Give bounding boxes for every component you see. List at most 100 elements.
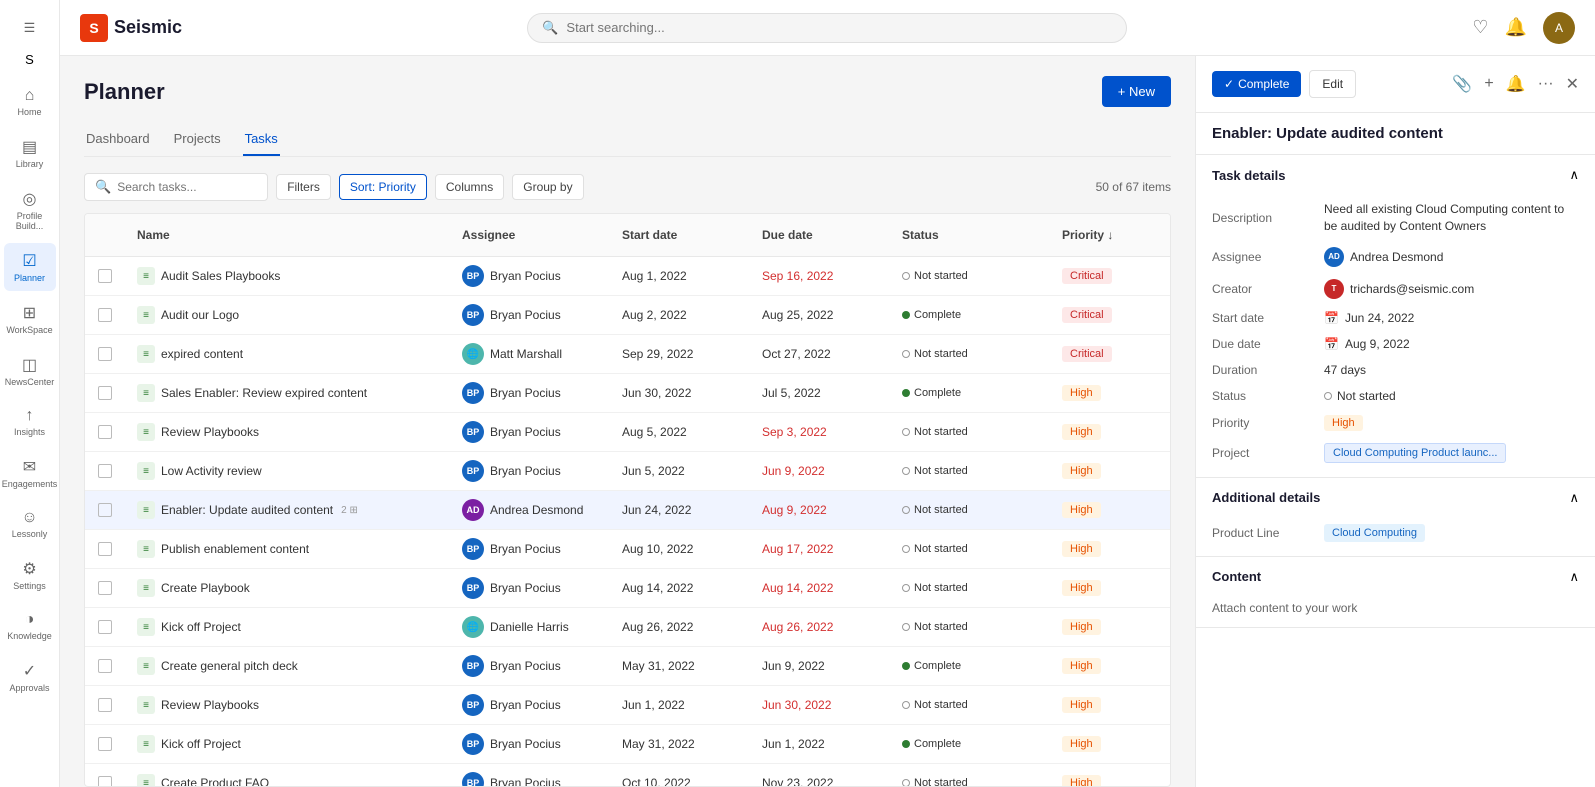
attach-icon[interactable]: 📎: [1452, 74, 1472, 94]
sidebar-item-insights[interactable]: ↑ Insights: [4, 399, 56, 445]
table-row[interactable]: ≡ Create general pitch deck BP Bryan Poc…: [85, 647, 1170, 686]
sidebar-item-approvals[interactable]: ✓ Approvals: [4, 653, 56, 701]
row-checkbox[interactable]: [85, 534, 125, 564]
tab-tasks[interactable]: Tasks: [243, 123, 280, 156]
bell-icon[interactable]: 🔔: [1506, 74, 1526, 94]
group-by-button[interactable]: Group by: [512, 174, 583, 200]
table-row[interactable]: ≡ Low Activity review BP Bryan Pocius Ju…: [85, 452, 1170, 491]
checkbox[interactable]: [98, 659, 112, 673]
checkbox[interactable]: [98, 347, 112, 361]
table-row[interactable]: ≡ Publish enablement content BP Bryan Po…: [85, 530, 1170, 569]
priority-cell: Critical: [1050, 260, 1170, 292]
row-checkbox[interactable]: [85, 690, 125, 720]
menu-button[interactable]: ☰: [16, 12, 44, 44]
priority-cell: High: [1050, 416, 1170, 448]
filters-button[interactable]: Filters: [276, 174, 331, 200]
checkbox[interactable]: [98, 581, 112, 595]
sidebar-item-profile-builder[interactable]: ◎ Profile Build...: [4, 181, 56, 239]
checkbox[interactable]: [98, 776, 112, 787]
status-dot: [902, 506, 910, 514]
priority-cell: High: [1050, 533, 1170, 565]
task-icon: ≡: [137, 618, 155, 636]
brand-logo-sidebar: S: [25, 52, 34, 67]
table-row[interactable]: ≡ Audit Sales Playbooks BP Bryan Pocius …: [85, 257, 1170, 296]
assignee-avatar: BP: [462, 655, 484, 677]
checkbox[interactable]: [98, 464, 112, 478]
checkbox[interactable]: [98, 737, 112, 751]
row-checkbox[interactable]: [85, 300, 125, 330]
row-checkbox[interactable]: [85, 378, 125, 408]
notifications-icon[interactable]: 🔔: [1505, 17, 1527, 38]
priority-badge: Critical: [1062, 346, 1112, 362]
task-search-input[interactable]: [117, 180, 257, 194]
row-checkbox[interactable]: [85, 651, 125, 681]
checkbox[interactable]: [98, 425, 112, 439]
row-checkbox[interactable]: [85, 339, 125, 369]
checkbox[interactable]: [98, 620, 112, 634]
new-button[interactable]: + New: [1102, 76, 1171, 107]
checkbox[interactable]: [98, 542, 112, 556]
panel-icons: 📎 + 🔔 ··· ✕: [1452, 74, 1579, 94]
task-name: ≡ Review Playbooks: [125, 688, 450, 722]
checkbox[interactable]: [98, 503, 112, 517]
columns-button[interactable]: Columns: [435, 174, 504, 200]
search-input[interactable]: [566, 20, 1112, 35]
row-checkbox[interactable]: [85, 573, 125, 603]
table-row[interactable]: ≡ Kick off Project BP Bryan Pocius May 3…: [85, 725, 1170, 764]
additional-details-header[interactable]: Additional details ∧: [1196, 478, 1595, 518]
content-header[interactable]: Content ∧: [1196, 557, 1595, 597]
table-row[interactable]: ≡ Enabler: Update audited content 2 ⊞ AD…: [85, 491, 1170, 530]
table-row[interactable]: ≡ Sales Enabler: Review expired content …: [85, 374, 1170, 413]
knowledge-icon: ◑: [25, 611, 35, 629]
checkbox[interactable]: [98, 308, 112, 322]
table-row[interactable]: ≡ Audit our Logo BP Bryan Pocius Aug 2, …: [85, 296, 1170, 335]
table-row[interactable]: ≡ Create Product FAQ BP Bryan Pocius Oct…: [85, 764, 1170, 787]
sidebar-item-knowledge[interactable]: ◑ Knowledge: [4, 603, 56, 649]
table-row[interactable]: ≡ expired content 🌐 Matt Marshall Sep 29…: [85, 335, 1170, 374]
sidebar-item-library[interactable]: ▤ Library: [4, 129, 56, 177]
complete-button[interactable]: ✓ Complete: [1212, 71, 1301, 97]
checkbox[interactable]: [98, 386, 112, 400]
sidebar-item-planner[interactable]: ☑ Planner: [4, 243, 56, 291]
tab-dashboard[interactable]: Dashboard: [84, 123, 152, 156]
user-avatar[interactable]: A: [1543, 12, 1575, 44]
brand-logo: S Seismic: [80, 14, 182, 42]
row-checkbox[interactable]: [85, 612, 125, 642]
favorites-icon[interactable]: ♡: [1472, 17, 1488, 38]
close-icon[interactable]: ✕: [1566, 74, 1579, 94]
sidebar-item-settings[interactable]: ⚙ Settings: [4, 551, 56, 599]
table-row[interactable]: ≡ Review Playbooks BP Bryan Pocius Aug 5…: [85, 413, 1170, 452]
task-details-header[interactable]: Task details ∧: [1196, 155, 1595, 195]
panel-title: Enabler: Update audited content: [1196, 113, 1595, 155]
row-checkbox[interactable]: [85, 768, 125, 787]
add-icon[interactable]: +: [1484, 75, 1493, 93]
assignee-cell: BP Bryan Pocius: [450, 296, 610, 334]
table-row[interactable]: ≡ Review Playbooks BP Bryan Pocius Jun 1…: [85, 686, 1170, 725]
priority-badge: High: [1062, 619, 1101, 635]
row-checkbox[interactable]: [85, 417, 125, 447]
sort-button[interactable]: Sort: Priority: [339, 174, 427, 200]
sidebar-item-lessonly[interactable]: ☺ Lessonly: [4, 501, 56, 547]
sidebar-item-workspace[interactable]: ⊞ WorkSpace: [4, 295, 56, 343]
status-row: Status Not started: [1196, 383, 1595, 409]
assignee-avatar: BP: [462, 382, 484, 404]
row-checkbox[interactable]: [85, 729, 125, 759]
table-row[interactable]: ≡ Create Playbook BP Bryan Pocius Aug 14…: [85, 569, 1170, 608]
checkbox[interactable]: [98, 269, 112, 283]
sidebar-item-home[interactable]: ⌂ Home: [4, 79, 56, 125]
row-checkbox[interactable]: [85, 261, 125, 291]
edit-button[interactable]: Edit: [1309, 70, 1356, 98]
th-status: Status: [890, 222, 1050, 248]
sidebar-item-label: Profile Build...: [8, 211, 52, 231]
row-checkbox[interactable]: [85, 495, 125, 525]
global-search[interactable]: 🔍: [527, 13, 1127, 43]
task-search[interactable]: 🔍: [84, 173, 268, 201]
sidebar-item-engagements[interactable]: ✉ Engagements: [4, 449, 56, 497]
tab-projects[interactable]: Projects: [172, 123, 223, 156]
table-row[interactable]: ≡ Kick off Project 🌐 Danielle Harris Aug…: [85, 608, 1170, 647]
row-checkbox[interactable]: [85, 456, 125, 486]
priority-cell: High: [1050, 572, 1170, 604]
more-icon[interactable]: ···: [1538, 75, 1554, 93]
sidebar-item-newscenter[interactable]: ◫ NewsCenter: [4, 347, 56, 395]
checkbox[interactable]: [98, 698, 112, 712]
